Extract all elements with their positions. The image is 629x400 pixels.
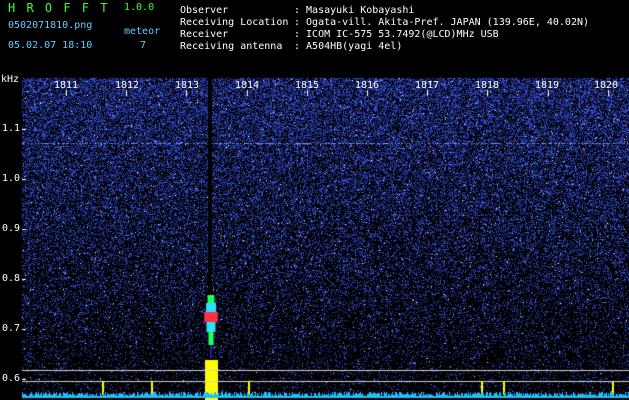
y-axis-unit: kHz: [1, 74, 20, 85]
x-tick-label: 1816: [355, 80, 380, 91]
app-name: H R O F F T: [8, 1, 110, 15]
app-version: 1.0.0: [124, 2, 155, 13]
x-tick-label: 1818: [475, 80, 500, 91]
location-label: Receiving Location: [180, 17, 289, 28]
x-tick-label: 1813: [175, 80, 200, 91]
antenna-label: Receiving antenna: [180, 41, 283, 52]
meteor-label: meteor: [124, 26, 161, 37]
receiver-value: : ICOM IC-575 53.7492(@LCD)MHz USB: [294, 29, 499, 40]
spectrogram-canvas: [0, 0, 629, 400]
x-tick-label: 1819: [535, 80, 560, 91]
antenna-value: : A504HB(yagi 4el): [294, 41, 403, 52]
x-tick-label: 1812: [115, 80, 140, 91]
filename-label: 0502071810.png: [8, 20, 93, 31]
x-tick-label: 1814: [235, 80, 260, 91]
y-tick-label: 0.7: [2, 323, 21, 334]
y-tick-label: 0.8: [2, 273, 21, 284]
x-tick-label: 1820: [594, 80, 619, 91]
x-tick-label: 1815: [295, 80, 320, 91]
y-tick-label: 1.0: [2, 173, 21, 184]
datetime-label: 05.02.07 18:10: [8, 40, 93, 51]
y-tick-label: 0.9: [2, 223, 21, 234]
receiver-label: Receiver: [180, 29, 229, 40]
meteor-count: 7: [140, 40, 147, 51]
observer-label: Observer: [180, 5, 229, 16]
observer-value: : Masayuki Kobayashi: [294, 5, 415, 16]
x-tick-label: 1811: [54, 80, 79, 91]
x-tick-label: 1817: [415, 80, 440, 91]
location-value: : Ogata-vill. Akita-Pref. JAPAN (139.96E…: [294, 17, 590, 28]
y-tick-label: 0.6: [2, 373, 21, 384]
y-tick-label: 1.1: [2, 123, 21, 134]
